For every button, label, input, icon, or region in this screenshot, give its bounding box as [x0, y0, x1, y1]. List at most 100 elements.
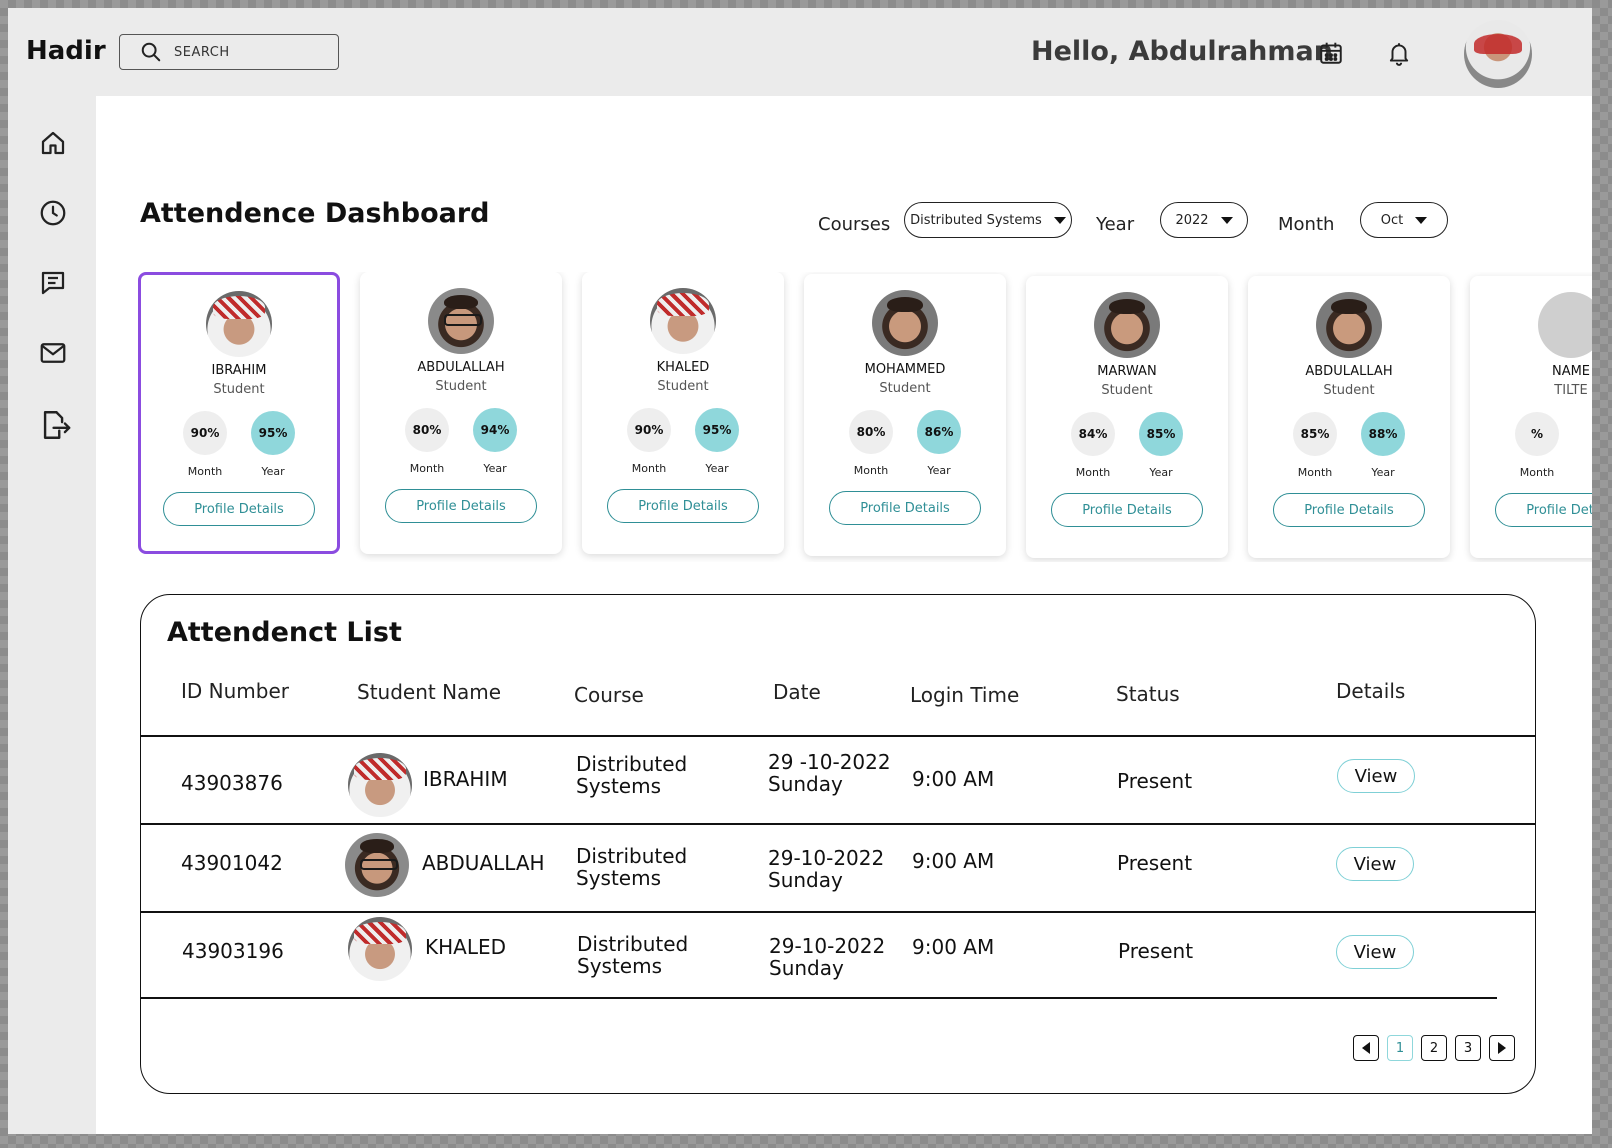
month-caption: Month — [853, 464, 889, 477]
table-row: 43901042 ABDUALLAH Distributed Systems 2… — [141, 825, 1535, 911]
month-percent: 90% — [627, 408, 671, 452]
year-percent: 95% — [251, 411, 295, 455]
student-photo — [206, 291, 272, 357]
chat-icon[interactable] — [38, 268, 68, 298]
row-date: 29-10-2022 Sunday — [768, 847, 884, 891]
student-card[interactable]: MOHAMMED Student 80% Month 86% Year Profil… — [804, 274, 1006, 556]
student-photo — [650, 288, 716, 354]
view-button[interactable]: View — [1337, 759, 1415, 793]
student-card[interactable]: MARWAN Student 84% Month 85% Year Profile … — [1026, 276, 1228, 558]
mail-icon[interactable] — [38, 338, 68, 368]
profile-details-button[interactable]: Profile Details — [385, 489, 537, 523]
row-status: Present — [1118, 939, 1194, 963]
month-caption: Month — [409, 462, 445, 475]
pagination: 1 2 3 — [1353, 1035, 1515, 1061]
student-role: Student — [213, 382, 265, 397]
bell-icon[interactable] — [1386, 40, 1412, 66]
logout-icon[interactable] — [38, 408, 72, 442]
month-percent: 80% — [849, 410, 893, 454]
courses-value: Distributed Systems — [910, 212, 1042, 228]
student-card[interactable]: ABDULALLAH Student 85% Month 88% Year Prof… — [1248, 276, 1450, 558]
month-label: Month — [1278, 214, 1335, 235]
student-photo — [348, 753, 412, 817]
courses-select[interactable]: Distributed Systems — [904, 202, 1072, 238]
year-percent: 95% — [695, 408, 739, 452]
row-login-time: 9:00 AM — [912, 935, 995, 959]
student-photo — [428, 288, 494, 354]
profile-details-button[interactable]: Profile Details — [1495, 493, 1592, 527]
row-date-line2: Sunday — [768, 868, 843, 892]
row-date-line1: 29 -10-2022 — [768, 750, 891, 774]
year-select[interactable]: 2022 — [1160, 202, 1248, 238]
year-caption: Year — [705, 462, 729, 475]
row-login-time: 9:00 AM — [912, 849, 995, 873]
view-button[interactable]: View — [1336, 847, 1414, 881]
year-percent: 88% — [1361, 412, 1405, 456]
header-student-name: Student Name — [357, 680, 502, 704]
chevron-left-icon — [1362, 1042, 1370, 1054]
student-card[interactable]: IBRAHIM Student 90% Month 95% Year Profile… — [138, 272, 340, 554]
courses-label: Courses — [818, 214, 891, 235]
clock-icon[interactable] — [38, 198, 68, 228]
row-student-name: ABDUALLAH — [422, 851, 545, 875]
student-role: TILTE — [1554, 383, 1588, 398]
year-percent: 85% — [1139, 412, 1183, 456]
student-photo-placeholder — [1538, 292, 1592, 358]
student-photo — [1094, 292, 1160, 358]
search-input[interactable] — [174, 44, 314, 60]
student-photo — [345, 833, 409, 897]
row-date: 29-10-2022 Sunday — [769, 935, 885, 979]
page-button-2[interactable]: 2 — [1421, 1035, 1447, 1061]
row-student-name: KHALED — [425, 935, 507, 959]
month-caption: Month — [1075, 466, 1111, 479]
row-date-line2: Sunday — [769, 956, 844, 980]
month-select[interactable]: Oct — [1360, 202, 1448, 238]
page-button-1[interactable]: 1 — [1387, 1035, 1413, 1061]
header-id: ID Number — [181, 679, 289, 703]
month-percent: % — [1515, 412, 1559, 456]
year-caption: Year — [1149, 466, 1173, 479]
row-course: Distributed Systems — [576, 753, 687, 797]
row-login-time: 9:00 AM — [912, 767, 995, 791]
prev-page-button[interactable] — [1353, 1035, 1379, 1061]
user-avatar[interactable] — [1464, 20, 1532, 88]
student-card[interactable]: ABDULALLAH Student 80% Month 94% Year Prof… — [360, 272, 562, 554]
profile-details-button[interactable]: Profile Details — [1051, 493, 1203, 527]
student-role: Student — [657, 379, 709, 394]
view-button[interactable]: View — [1336, 935, 1414, 969]
profile-details-button[interactable]: Profile Details — [607, 489, 759, 523]
next-page-button[interactable] — [1489, 1035, 1515, 1061]
search-box[interactable] — [119, 34, 339, 70]
student-role: Student — [1101, 383, 1153, 398]
student-role: Student — [1323, 383, 1375, 398]
header-course: Course — [574, 683, 644, 707]
year-caption: Year — [483, 462, 507, 475]
greeting-text: Hello, Abdulrahman — [1031, 36, 1333, 67]
chevron-down-icon — [1415, 216, 1428, 224]
row-status: Present — [1117, 851, 1193, 875]
student-name: NAME — [1551, 364, 1591, 379]
header-login-time: Login Time — [910, 683, 1020, 707]
attendance-list: Attendenct List ID Number Student Name C… — [140, 594, 1536, 1094]
month-caption: Month — [1519, 466, 1555, 479]
student-name: KHALED — [656, 360, 710, 375]
row-course: Distributed Systems — [576, 845, 687, 889]
student-name: MOHAMMED — [864, 362, 946, 377]
row-status: Present — [1117, 769, 1193, 793]
student-card[interactable]: KHALED Student 90% Month 95% Year Profile … — [582, 272, 784, 554]
year-percent: 86% — [917, 410, 961, 454]
student-card[interactable]: NAME TILTE % Month Profile Details — [1470, 276, 1592, 558]
student-name: MARWAN — [1097, 364, 1157, 379]
page-button-3[interactable]: 3 — [1455, 1035, 1481, 1061]
year-caption: Year — [261, 465, 285, 478]
calendar-icon[interactable] — [1318, 40, 1344, 66]
profile-details-button[interactable]: Profile Details — [829, 491, 981, 525]
profile-details-button[interactable]: Profile Details — [1273, 493, 1425, 527]
student-photo — [1316, 292, 1382, 358]
row-course: Distributed Systems — [577, 933, 688, 977]
profile-details-button[interactable]: Profile Details — [163, 492, 315, 526]
student-name: ABDULALLAH — [417, 360, 505, 375]
home-icon[interactable] — [38, 128, 68, 158]
row-date: 29 -10-2022 Sunday — [768, 751, 891, 795]
row-course-line2: Systems — [576, 866, 661, 890]
